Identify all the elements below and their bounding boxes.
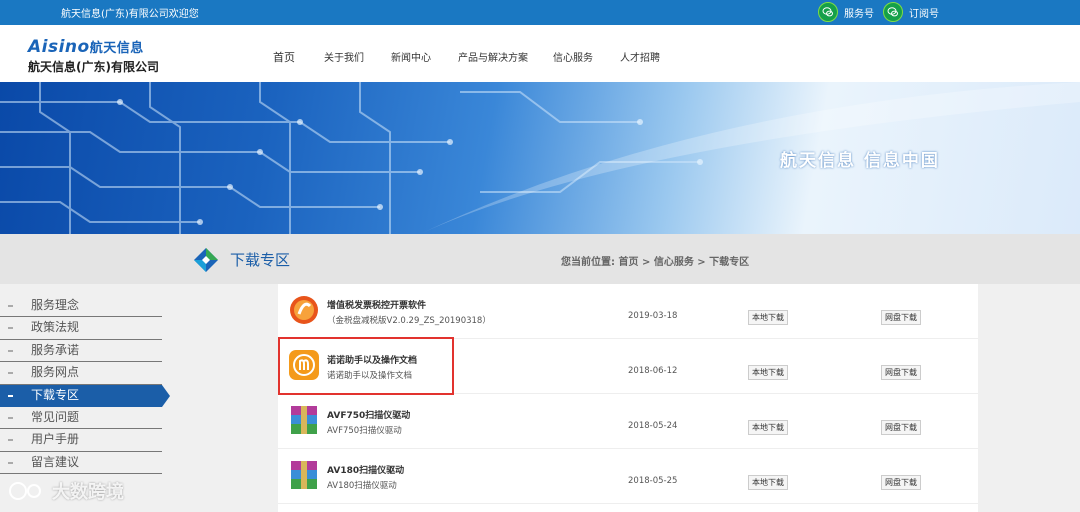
local-download-button[interactable]: 本地下载 [748,310,788,325]
sidebar-item-label: 服务承诺 [31,342,80,357]
download-desc: （金税盘减税版V2.0.29_ZS_20190318） [327,316,491,326]
banner-slogan: 航天信息 信息中国 [780,151,940,171]
download-title[interactable]: 增值税发票税控开票软件 [327,298,426,311]
section-title: 下载专区 [230,251,291,269]
sidebar-item-label: 留言建议 [31,454,80,469]
local-download-button[interactable]: 本地下载 [748,365,788,380]
service-account-label: 服务号 [844,8,874,20]
cloud-download-button[interactable]: 网盘下载 [881,310,921,325]
cloud-download-button[interactable]: 网盘下载 [881,365,921,380]
list-item: AV180扫描仪驱动 AV180扫描仪驱动 2018-05-25 本地下载 网盘… [278,449,978,504]
subscription-account-link[interactable]: 订阅号 [883,2,939,22]
logo-company-name: 航天信息(广东)有限公司 [28,60,159,74]
local-download-button[interactable]: 本地下载 [748,420,788,435]
bullet-icon [8,394,13,397]
list-item: 增值税发票税控开票软件 （金税盘减税版V2.0.29_ZS_20190318） … [278,284,978,339]
watermark-text: 大数跨境 [52,482,124,503]
watermark-logo-icon [9,482,41,500]
logo-brand-latin: Aisino [28,37,90,57]
download-date: 2018-05-25 [628,476,678,486]
top-bar: 航天信息(广东)有限公司欢迎您 服务号 订阅号 [0,0,1080,25]
section-diamond-icon [194,248,218,272]
nav-item-careers[interactable]: 人才招聘 [620,49,660,64]
bullet-icon [8,461,13,464]
download-date: 2018-05-24 [628,421,678,431]
download-desc: AV180扫描仪驱动 [327,481,397,491]
sidebar-item-manual[interactable]: 用户手册 [0,429,162,452]
download-title[interactable]: AVF750扫描仪驱动 [327,408,410,421]
sidebar-item-downloads[interactable]: 下载专区 [0,384,170,407]
nav-item-products[interactable]: 产品与解决方案 [458,49,528,64]
bullet-icon [8,305,13,307]
bullet-icon [8,439,13,442]
bullet-icon [8,372,13,375]
download-date: 2019-03-18 [628,311,678,321]
sidebar-menu: 服务理念 政策法规 服务承诺 服务网点 下载专区 常见问题 用户手册 留言建议 [0,295,170,475]
logo-brand-cn: 航天信息 [89,41,144,56]
header: Aisino航天信息 航天信息(广东)有限公司 首页 关于我们 新闻中心 产品与… [0,25,1080,82]
sidebar-item-feedback[interactable]: 留言建议 [0,452,162,475]
sidebar-item-label: 常见问题 [31,409,80,424]
section-header: 下载专区 您当前位置: 首页 > 信心服务 > 下载专区 [0,234,1080,284]
hero-banner: 航天信息 信息中国 [0,82,1080,234]
sidebar-item-label: 用户手册 [31,432,80,447]
bullet-icon [8,327,13,330]
highlight-box [278,337,454,395]
winrar-archive-icon[interactable] [288,459,320,491]
sidebar-item-faq[interactable]: 常见问题 [0,407,162,430]
sidebar-item-label: 政策法规 [31,320,80,335]
nav-item-about[interactable]: 关于我们 [324,49,364,64]
sidebar-item-outlets[interactable]: 服务网点 [0,362,162,385]
cloud-download-button[interactable]: 网盘下载 [881,475,921,490]
download-list: 增值税发票税控开票软件 （金税盘减税版V2.0.29_ZS_20190318） … [278,284,978,512]
download-title[interactable]: AV180扫描仪驱动 [327,463,404,476]
service-account-link[interactable]: 服务号 [818,2,874,22]
sidebar-item-service-concept[interactable]: 服务理念 [0,295,162,318]
nav-item-home[interactable]: 首页 [273,49,295,65]
nav-item-service[interactable]: 信心服务 [553,49,593,64]
tax-software-icon[interactable] [288,294,320,326]
sidebar-item-label: 服务理念 [31,298,80,312]
breadcrumb: 您当前位置: 首页 > 信心服务 > 下载专区 [561,257,750,268]
list-item: AVF750扫描仪驱动 AVF750扫描仪驱动 2018-05-24 本地下载 … [278,394,978,449]
sidebar-item-label: 下载专区 [31,387,80,402]
subscription-account-label: 订阅号 [909,8,939,20]
download-date: 2018-06-12 [628,366,678,376]
welcome-text: 航天信息(广东)有限公司欢迎您 [61,9,199,20]
sidebar-item-commitment[interactable]: 服务承诺 [0,340,162,363]
download-desc: AVF750扫描仪驱动 [327,426,402,436]
company-logo[interactable]: Aisino航天信息 航天信息(广东)有限公司 [28,37,159,75]
wechat-icon [818,2,838,22]
wechat-icon [883,2,903,22]
nav-item-news[interactable]: 新闻中心 [391,49,431,64]
cloud-download-button[interactable]: 网盘下载 [881,420,921,435]
sidebar-item-policies[interactable]: 政策法规 [0,317,162,340]
watermark: 大数跨境 [8,478,124,504]
local-download-button[interactable]: 本地下载 [748,475,788,490]
bullet-icon [8,416,13,419]
bullet-icon [8,349,13,352]
winrar-archive-icon[interactable] [288,404,320,436]
sidebar-item-label: 服务网点 [31,365,80,380]
